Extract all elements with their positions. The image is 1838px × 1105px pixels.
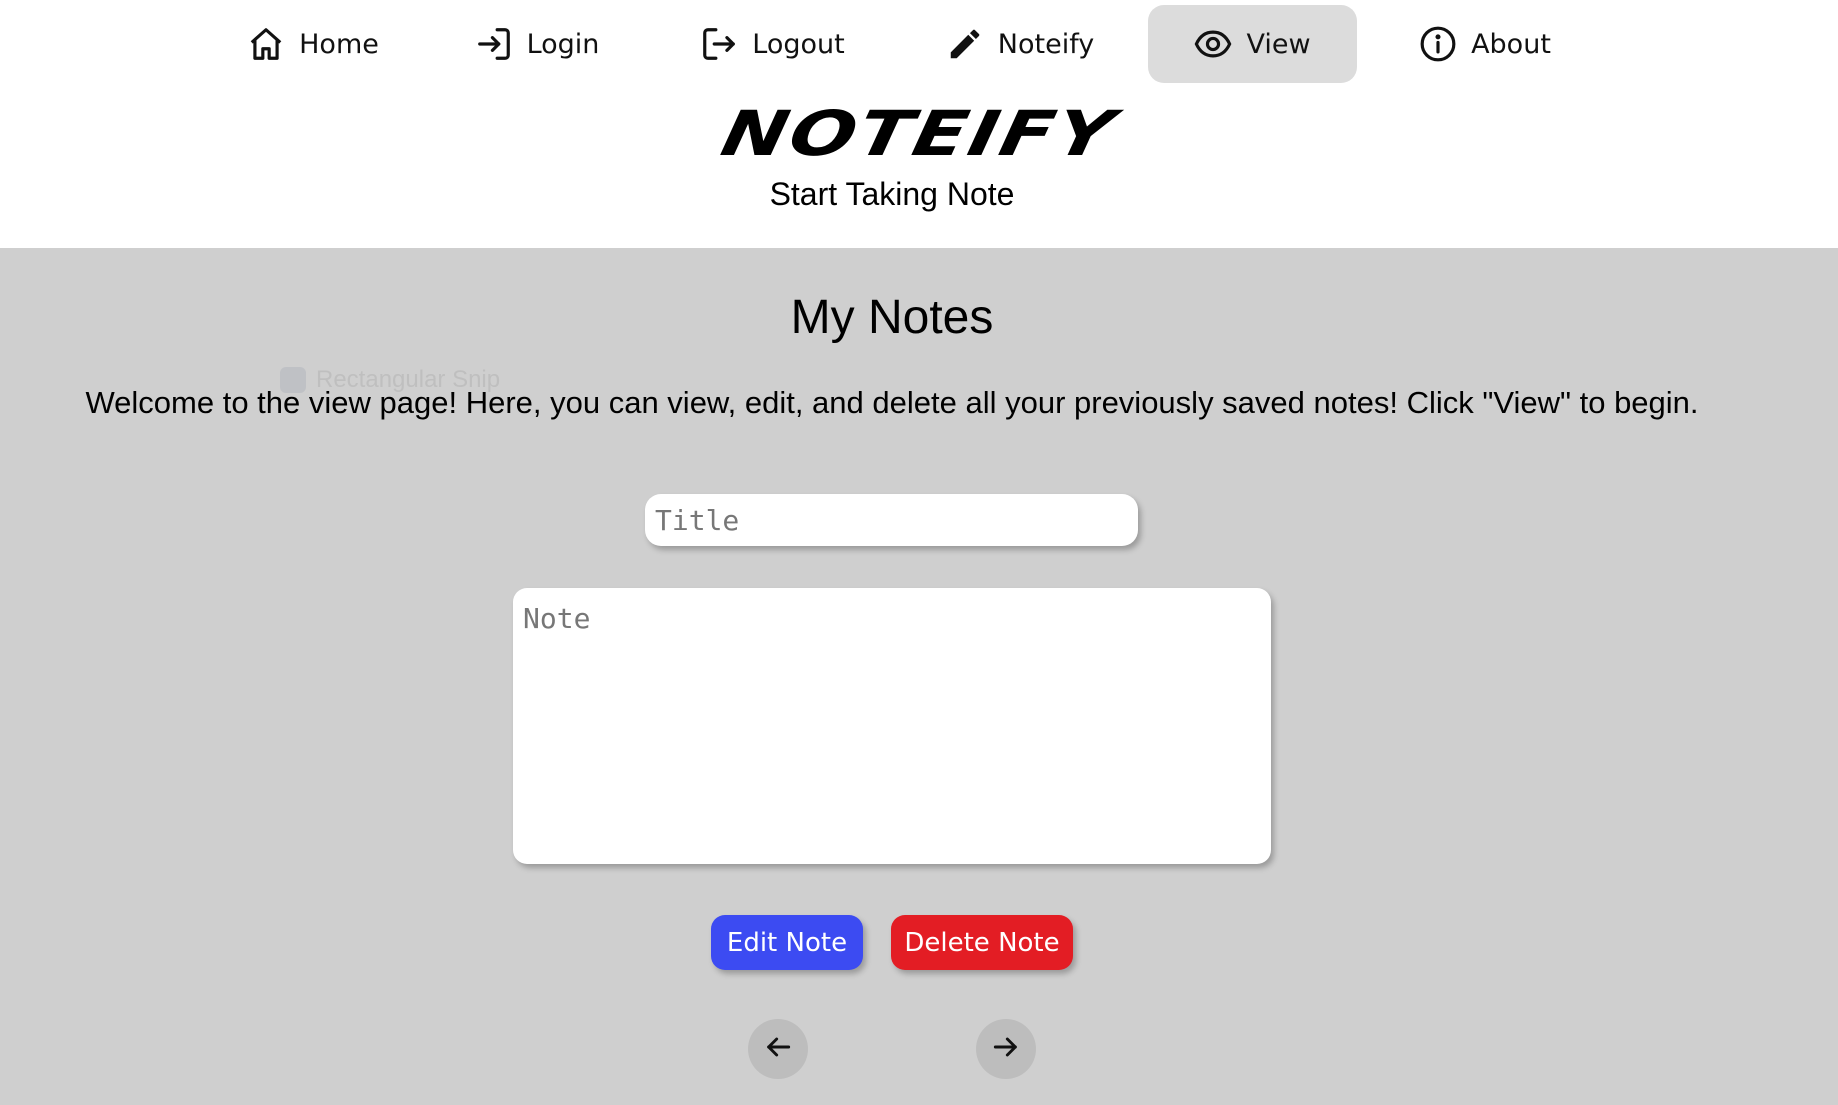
top-nav: Home Login Logout Noteify View About (0, 5, 1838, 83)
nav-login[interactable]: Login (462, 5, 612, 83)
info-icon (1419, 25, 1457, 63)
header: Home Login Logout Noteify View About NOT… (0, 0, 1838, 248)
noteify-logo: NOTEIFY (715, 97, 1123, 170)
nav-noteify-label: Noteify (997, 28, 1095, 60)
previous-note-button[interactable] (748, 1019, 808, 1079)
nav-logout-label: Logout (752, 28, 845, 60)
login-icon (475, 25, 513, 63)
home-icon (247, 25, 285, 63)
nav-home-label: Home (299, 28, 379, 60)
edit-note-button[interactable]: Edit Note (711, 915, 863, 970)
welcome-text: Welcome to the view page! Here, you can … (85, 385, 1699, 420)
nav-noteify[interactable]: Noteify (935, 5, 1105, 83)
nav-about-label: About (1471, 28, 1551, 60)
delete-note-button[interactable]: Delete Note (891, 915, 1073, 970)
nav-logout[interactable]: Logout (690, 5, 855, 83)
eye-icon (1194, 25, 1232, 63)
nav-about[interactable]: About (1410, 5, 1560, 83)
arrow-left-icon (762, 1031, 794, 1068)
nav-view[interactable]: View (1148, 5, 1357, 83)
arrow-right-icon (990, 1031, 1022, 1068)
logout-icon (700, 25, 738, 63)
nav-login-label: Login (526, 28, 600, 60)
next-note-button[interactable] (976, 1019, 1036, 1079)
nav-view-label: View (1246, 28, 1311, 60)
tagline: Start Taking Note (769, 176, 1015, 212)
pencil-icon (946, 25, 984, 63)
note-textarea[interactable] (513, 588, 1271, 864)
title-input[interactable] (645, 494, 1138, 546)
page-title: My Notes (790, 291, 994, 344)
nav-home[interactable]: Home (228, 5, 398, 83)
